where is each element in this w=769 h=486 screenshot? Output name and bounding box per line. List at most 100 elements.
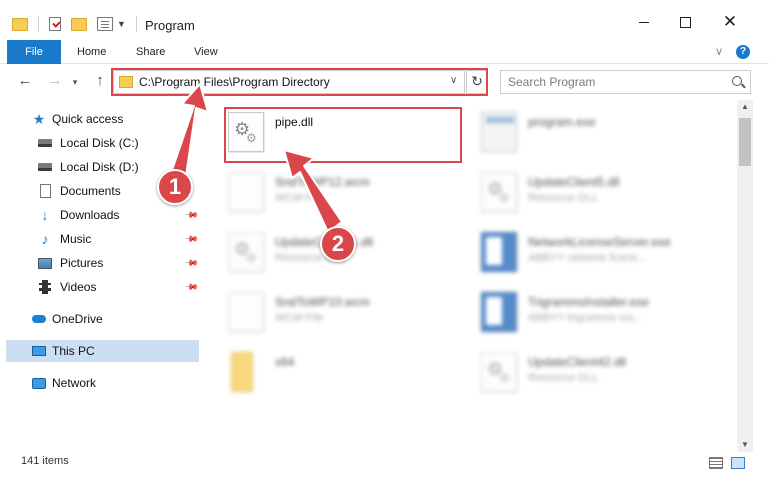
dll-icon [481,172,517,212]
tab-file[interactable]: File [7,40,61,64]
file-type: ABBYY trigramms ins... [528,312,643,324]
network-icon [32,376,46,390]
sidebar-item-downloads[interactable]: ↓ Downloads 📌 [0,204,200,226]
up-arrow-icon[interactable]: ↑ [91,72,109,89]
file-item-program-exe[interactable]: program.exe [468,106,708,160]
search-placeholder[interactable]: Search Program [508,75,595,89]
sidebar-item-local-disk-c[interactable]: Local Disk (C:) [0,132,200,154]
sidebar-item-label: Local Disk (C:) [60,136,139,150]
details-view-icon[interactable] [709,457,723,469]
drive-icon [38,136,52,150]
file-name: SndToWP10.wcm [275,295,370,309]
file-type: WCM File [275,192,324,204]
search-icon[interactable] [732,76,742,86]
properties-icon[interactable] [97,17,113,31]
new-folder-icon[interactable] [71,17,87,31]
search-box[interactable]: Search Program [500,70,751,94]
sidebar-item-pictures[interactable]: Pictures 📌 [0,252,200,274]
help-icon[interactable]: ? [736,45,750,59]
exe-icon [481,112,517,152]
scrollbar-thumb[interactable] [739,118,751,166]
pin-icon: 📌 [184,231,200,247]
tab-home[interactable]: Home [77,40,106,64]
pin-icon: 📌 [184,255,200,271]
file-highlight-box [224,107,462,163]
file-item[interactable]: NetworkLicenseServer.exe ABBYY network l… [468,226,708,280]
folder-icon [231,352,253,392]
star-icon: ★ [32,110,46,127]
title-bar: ▼ Program ✕ [0,0,769,40]
pin-icon: 📌 [184,207,200,223]
dll-icon [481,352,517,392]
recent-locations-chevron-icon[interactable]: ▾ [70,77,80,88]
status-bar: 141 items [0,452,769,474]
window-title: Program [145,18,195,33]
cloud-icon [32,312,46,326]
scroll-up-icon[interactable]: ▲ [737,100,753,114]
sidebar-item-label: Quick access [52,112,124,126]
sidebar-item-label: OneDrive [52,312,103,326]
sidebar-item-label: Pictures [60,256,104,270]
tab-view[interactable]: View [194,40,218,64]
minimize-button[interactable] [634,12,654,32]
file-name: x64 [275,355,295,369]
file-type: WCM File [275,312,324,324]
sidebar-item-label: Videos [60,280,97,294]
vertical-scrollbar[interactable]: ▲ ▼ [737,100,753,452]
sidebar-item-label: This PC [52,344,95,358]
customize-toolbar-chevron-icon[interactable]: ▼ [117,19,126,29]
sidebar-item-onedrive[interactable]: OneDrive [0,308,200,330]
sidebar-item-quick-access[interactable]: ★ Quick access [0,108,200,130]
toolbar-separator [38,16,39,32]
sidebar-item-label: Downloads [60,208,120,222]
back-arrow-icon[interactable]: ← [16,72,34,89]
exe-icon [481,292,517,332]
callout-badge: 1 [157,169,193,205]
scroll-down-icon[interactable]: ▼ [737,438,753,452]
computer-icon [32,344,46,358]
large-icons-view-icon[interactable] [731,457,745,469]
document-icon [228,172,264,212]
file-item[interactable]: x64 [215,346,455,400]
downloads-icon: ↓ [41,207,49,223]
file-name: NetworkLicenseServer.exe [528,235,671,249]
music-icon: ♪ [41,231,49,247]
pictures-icon [38,256,52,270]
file-type: ABBYY network licens... [528,252,647,264]
file-item[interactable]: UpdateClient42.dll Resource DLL [468,346,708,400]
file-name: UpdateClient5.dll [528,175,620,189]
navigation-pane: ★ Quick access Local Disk (C:) Local Dis… [0,103,205,443]
sidebar-item-label: Network [52,376,97,390]
sidebar-item-music[interactable]: ♪ Music 📌 [0,228,200,250]
file-item[interactable]: SndToWP10.wcm WCM File [215,286,455,340]
sidebar-item-label: Documents [60,184,121,198]
ribbon-tabs: File Home Share View ∨ ? [0,40,769,64]
file-item[interactable]: SndToWP12.wcm WCM File [215,166,455,220]
file-name: TrigrammsInstaller.exe [528,295,649,309]
file-item[interactable]: TrigrammsInstaller.exe ABBYY trigramms i… [468,286,708,340]
tab-share[interactable]: Share [136,40,165,64]
close-button[interactable]: ✕ [720,12,740,32]
file-type: Resource DLL [528,372,599,384]
toolbar-separator [135,16,137,32]
sidebar-item-network[interactable]: Network [0,372,200,394]
sidebar-item-this-pc[interactable]: This PC [6,340,199,362]
folder-icon[interactable] [12,17,28,31]
item-count: 141 items [21,455,69,467]
callout-badge: 2 [320,226,356,262]
exe-icon [481,232,517,272]
properties-check-icon[interactable] [49,17,61,31]
sidebar-item-videos[interactable]: Videos 📌 [0,276,200,298]
pin-icon: 📌 [184,279,200,295]
file-name: SndToWP12.wcm [275,175,370,189]
videos-icon [38,280,52,294]
file-item[interactable]: UpdateClient5.dll Resource DLL [468,166,708,220]
forward-arrow-icon[interactable]: → [46,72,64,89]
documents-icon [38,184,52,198]
quick-access-toolbar: ▼ [12,16,137,32]
maximize-button[interactable] [675,12,695,32]
sidebar-item-label: Music [60,232,92,246]
file-name: program.exe [528,115,596,129]
expand-ribbon-chevron-icon[interactable]: ∨ [715,45,723,58]
sidebar-item-label: Local Disk (D:) [60,160,139,174]
